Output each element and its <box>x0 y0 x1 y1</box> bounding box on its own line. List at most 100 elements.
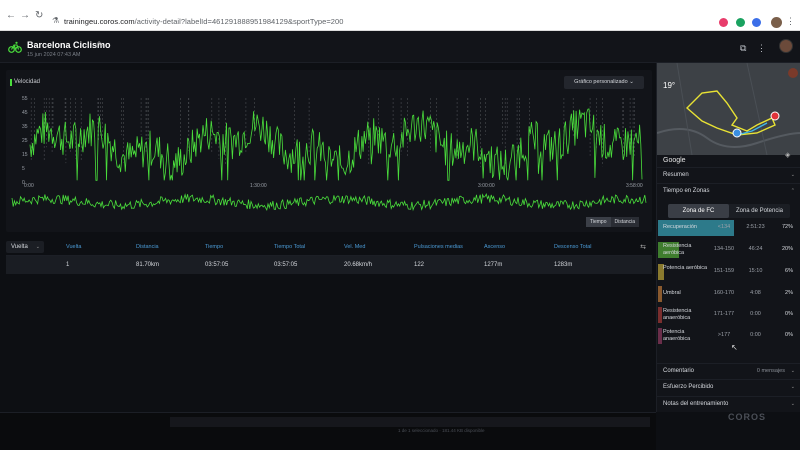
tab-power-zone[interactable]: Zona de Potencia <box>729 204 790 218</box>
comment-count: 0 mensajes <box>756 368 785 374</box>
arrow-right-icon[interactable]: → <box>20 10 30 21</box>
x-tick-label: 3:58:00 <box>626 183 643 189</box>
lap-select[interactable]: Vuelta ⌄ <box>6 241 44 253</box>
table-cell: 81.70km <box>136 262 160 268</box>
zone-percent: 72% <box>781 224 793 230</box>
more-options-icon[interactable]: ⋮ <box>757 43 766 54</box>
extension-icon[interactable] <box>736 18 745 27</box>
activity-header: Barcelona Ciclismo ✎ 15 jun 2024 07:43 A… <box>0 31 800 63</box>
notes-section[interactable]: Notas del entrenamiento ⌄ <box>657 396 800 412</box>
temperature: 19° <box>663 81 676 90</box>
zone-name: Umbral <box>663 290 681 296</box>
browser-toolbar: ← → ↻ ⚗ trainingeu.coros.com/activity-de… <box>0 0 800 31</box>
zone-name: Resistencia aeróbica <box>663 243 692 256</box>
zone-range: <134 <box>717 224 731 230</box>
table-header: Vuelta ⌄ Vuelta Distancia Tiempo Tiempo T… <box>6 238 652 256</box>
zone-percent: 6% <box>785 268 793 274</box>
y-tick-label: 55 <box>22 96 28 102</box>
column-header[interactable]: Tiempo Total <box>274 244 305 250</box>
zone-time: 4:08 <box>750 290 761 296</box>
address-bar[interactable]: trainingeu.coros.com/activity-detail?lab… <box>64 17 343 26</box>
zone-row: Umbral 160-170 4:08 2% <box>657 284 800 304</box>
zone-percent: 2% <box>785 290 793 296</box>
export-icon[interactable]: ⧉ <box>740 43 746 54</box>
laps-table: Vuelta ⌄ Vuelta Distancia Tiempo Tiempo T… <box>6 238 652 274</box>
chevron-down-icon: ⌄ <box>790 172 795 178</box>
table-cell: 122 <box>414 262 425 268</box>
column-settings-icon[interactable]: ⇆ <box>640 243 646 251</box>
overview-series-line <box>11 192 647 212</box>
layers-icon[interactable]: ◈ <box>785 151 790 159</box>
x-axis: 0:00 1:30:00 3:00:00 3:58:00 <box>24 183 643 189</box>
zone-time: 0:00 <box>750 311 761 317</box>
extension-icon[interactable] <box>719 18 728 27</box>
zones-section[interactable]: Tiempo en Zonas ⌃ <box>657 183 800 199</box>
browser-menu-icon[interactable]: ⋮ <box>786 16 795 27</box>
zone-bar <box>658 328 662 344</box>
zone-bar <box>658 307 662 323</box>
zone-range: 171-177 <box>713 311 735 317</box>
browser-profile-avatar[interactable] <box>771 17 782 28</box>
route-map[interactable]: 19° <box>657 63 800 155</box>
edit-icon[interactable]: ✎ <box>97 40 104 49</box>
summary-section[interactable]: Resumen ⌄ <box>657 167 800 183</box>
storage-status: 1 de 1 seleccionado · 181.44 KB disponib… <box>398 428 485 433</box>
zone-time: 0:00 <box>750 332 761 338</box>
y-tick-label: 45 <box>22 110 28 116</box>
chevron-down-icon: ⌄ <box>790 384 795 390</box>
chart-spikes <box>30 98 635 168</box>
site-info-icon[interactable]: ⚗ <box>52 16 59 25</box>
speed-chart[interactable]: 554535251550 0:00 1:30:00 3:00:00 3:58:00 <box>6 70 652 232</box>
zone-range: 151-159 <box>713 268 735 274</box>
table-cell: 1283m <box>554 262 573 268</box>
mouse-cursor-icon: ↖ <box>731 343 738 352</box>
brand-logo: COROS <box>728 412 767 422</box>
tab-hr-zone[interactable]: Zona de FC <box>668 204 729 218</box>
column-header[interactable]: Distancia <box>136 244 159 250</box>
comment-section[interactable]: Comentario 0 mensajes ⌄ <box>657 363 800 379</box>
url-host: trainingeu.coros.com <box>64 17 135 26</box>
tab-distance[interactable]: Distancia <box>610 217 640 227</box>
x-tick-label: 0:00 <box>24 183 34 189</box>
x-axis-mode-tabs: Tiempo Distancia <box>586 217 640 227</box>
zone-percent: 20% <box>781 246 793 252</box>
y-tick-label: 5 <box>22 166 25 172</box>
zone-row: Resistencia aeróbica 134-150 46:24 20% <box>657 240 800 260</box>
x-tick-label: 3:00:00 <box>478 183 495 189</box>
chevron-down-icon: ⌄ <box>790 401 795 407</box>
column-header[interactable]: Descenso Total <box>554 244 592 250</box>
y-tick-label: 25 <box>22 138 28 144</box>
column-header[interactable]: Pulsaciones medias <box>414 244 463 250</box>
custom-chart-label: Gráfico personalizado <box>574 79 628 85</box>
chart-panel: 55 45 35 25 15 5 0 0:00 1:30:00 3:00:00 3:58:00 V… <box>6 70 652 232</box>
metric-label: Velocidad <box>9 79 41 86</box>
y-axis: 554535251550 <box>22 96 28 186</box>
custom-chart-button[interactable]: Gráfico personalizado ⌄ <box>564 76 644 89</box>
speed-series-line <box>29 108 643 181</box>
zone-name: Potencia aeróbica <box>663 265 708 271</box>
column-header[interactable]: Vuelta <box>66 244 81 250</box>
column-header[interactable]: Tiempo <box>205 244 223 250</box>
google-logo: Google <box>663 157 686 164</box>
activity-date: 15 jun 2024 07:43 AM <box>27 52 81 58</box>
column-header[interactable]: Vel. Med <box>344 244 365 250</box>
zone-time: 2:51:23 <box>746 224 765 230</box>
footer-strip <box>170 417 650 427</box>
perceived-effort-section[interactable]: Esfuerzo Percibido ⌄ <box>657 379 800 395</box>
user-avatar[interactable] <box>779 39 793 53</box>
arrow-left-icon[interactable]: ← <box>6 10 16 21</box>
extension-icon[interactable] <box>752 18 761 27</box>
zone-row: Potencia anaeróbica >177 0:00 0% <box>657 326 800 346</box>
zone-time: 15:10 <box>748 268 763 274</box>
right-panel: 19° Google ◈ Resumen ⌄ Tiempo en Zonas ⌃… <box>656 63 800 412</box>
tab-time[interactable]: Tiempo <box>586 217 611 227</box>
zone-tabs: Zona de FC Zona de Potencia <box>668 204 790 218</box>
y-tick-label: 35 <box>22 124 28 130</box>
lap-select-label: Vuelta <box>11 244 28 250</box>
table-row[interactable]: 1 81.70km 03:57:05 03:57:05 20.68km/h 12… <box>6 256 652 274</box>
zone-percent: 0% <box>785 332 793 338</box>
table-cell: 03:57:05 <box>205 262 229 268</box>
reload-icon[interactable]: ↻ <box>35 10 43 21</box>
column-header[interactable]: Ascenso <box>484 244 505 250</box>
zone-row: Recuperación <134 2:51:23 72% <box>657 218 800 238</box>
